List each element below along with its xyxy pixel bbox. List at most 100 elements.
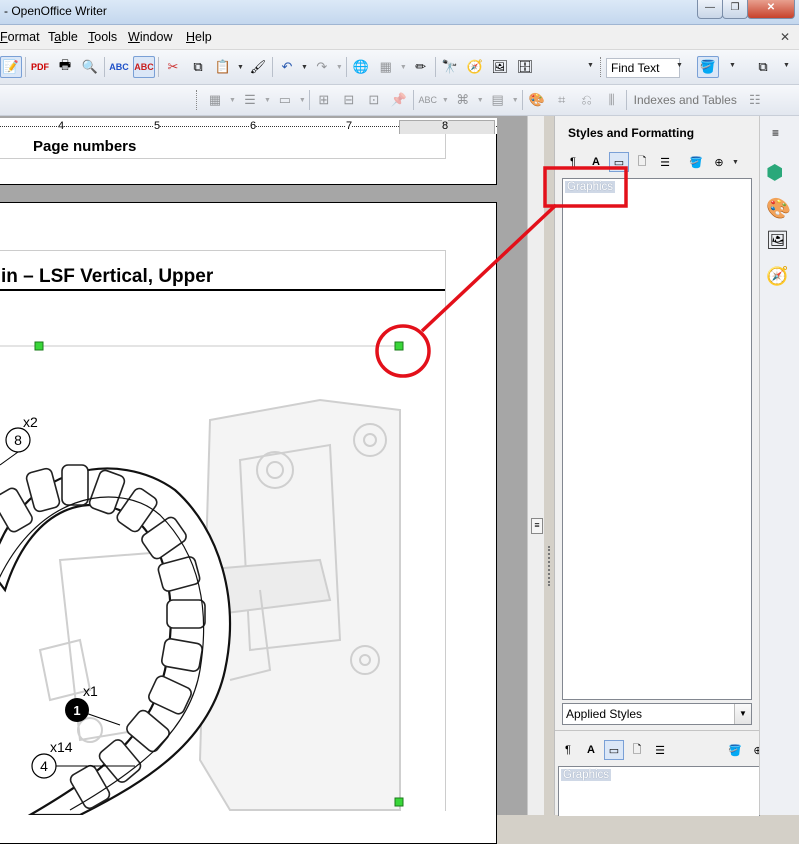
undo-dropdown-icon[interactable]: ▼	[301, 64, 308, 71]
view-overflow-icon[interactable]: ▼	[783, 62, 790, 69]
indexes-tables-button[interactable]: Indexes and Tables	[630, 93, 741, 107]
standard-toolbar: 📝 PDF 🖶 🔍 ABC ABC ✂ ⧉ 📋 ▼ 🖌 ↶ ▼ ↷ ▼ 🌐 ▦ ▼ ✏ …	[0, 50, 799, 85]
page-styles-icon[interactable]: 🗋	[632, 152, 652, 172]
dropdown-icon[interactable]: ▼	[299, 97, 306, 104]
selection-handle[interactable]	[394, 341, 404, 351]
style-item-selected[interactable]: Graphics	[565, 181, 616, 193]
spellcheck-icon[interactable]: ABC	[108, 56, 130, 78]
fill-color-icon[interactable]: 🎨	[526, 89, 548, 111]
edit-file-icon[interactable]: 📝	[0, 56, 22, 78]
gallery-deck-icon[interactable]: 🖼	[766, 230, 789, 251]
redo-dropdown-icon[interactable]: ▼	[336, 64, 343, 71]
sidebar-menu-icon[interactable]: ≡	[772, 126, 779, 140]
dropdown-icon[interactable]: ▼	[442, 97, 449, 104]
panel-divider	[555, 730, 760, 731]
minimize-button[interactable]: —	[697, 0, 723, 19]
chevron-down-icon[interactable]: ▼	[734, 704, 751, 724]
clone-formatting-icon[interactable]: 🖌	[247, 56, 269, 78]
list-styles-icon[interactable]: ☰	[650, 740, 670, 760]
vertical-scrollbar[interactable]: ≡	[527, 116, 545, 815]
table-grid-icon[interactable]: ▦	[204, 89, 226, 111]
list-styles-icon[interactable]: ☰	[655, 152, 675, 172]
toolbar-grip[interactable]	[196, 90, 201, 110]
page-previous[interactable]: Page numbers	[0, 134, 497, 185]
copy-icon[interactable]: ⧉	[187, 56, 209, 78]
style-category-toolbar-lower: ¶ A ▭ 🗋 ☰ 🪣 ⊕▼	[558, 740, 778, 760]
gallery-icon[interactable]: 🖼	[489, 56, 511, 78]
paragraph-styles-icon[interactable]: ¶	[563, 152, 583, 172]
insert-caption-icon[interactable]: ⎌	[576, 89, 598, 111]
style-filter-select[interactable]: Applied Styles ▼	[562, 703, 752, 725]
redo-icon[interactable]: ↷	[311, 56, 333, 78]
sort-icon[interactable]: ABC	[417, 89, 439, 111]
character-styles-icon[interactable]: A	[586, 152, 606, 172]
styles-deck-icon[interactable]: 🎨	[766, 196, 791, 221]
new-style-icon[interactable]: ⊕	[709, 152, 729, 172]
cut-icon[interactable]: ✂	[162, 56, 184, 78]
page-styles-icon[interactable]: 🗋	[627, 740, 647, 760]
find-overflow-icon[interactable]: ▼	[676, 62, 683, 69]
dropdown-icon[interactable]: ▼	[264, 97, 271, 104]
scrollbar-thumb[interactable]: ≡	[531, 518, 543, 534]
dropdown-icon[interactable]: ▼	[229, 97, 236, 104]
show-draw-functions-icon[interactable]: ✏	[410, 56, 432, 78]
styles-overflow-icon[interactable]: ▼	[729, 62, 736, 69]
undo-icon[interactable]: ↶	[276, 56, 298, 78]
menu-tools[interactable]: Tools	[88, 30, 117, 44]
group-icon[interactable]: ⌘	[452, 89, 474, 111]
toolbar-overflow-icon[interactable]: ▼	[587, 62, 594, 69]
properties-deck-icon[interactable]: ⬢	[766, 160, 783, 185]
style-item-selected[interactable]: Graphics	[561, 769, 612, 781]
close-document-button[interactable]: ✕	[780, 30, 790, 44]
style-list[interactable]: Graphics	[562, 178, 752, 700]
fill-format-icon[interactable]: 🪣	[725, 740, 745, 760]
menu-help[interactable]: Help	[186, 30, 212, 44]
cable-chain-graphic[interactable]: 8 x2 1 x1 4 x14	[0, 340, 410, 815]
close-window-button[interactable]: ✕	[747, 0, 795, 19]
print-icon[interactable]: 🖶	[54, 56, 76, 78]
border-icon[interactable]: ▭	[274, 89, 296, 111]
style-list-lower[interactable]: Graphics	[558, 766, 760, 816]
menu-table[interactable]: Table	[48, 30, 78, 44]
menu-window[interactable]: Window	[128, 30, 172, 44]
dropdown-icon[interactable]: ▼	[477, 97, 484, 104]
properties-icon[interactable]: ⌗	[551, 89, 573, 111]
autospellcheck-icon[interactable]: ABC	[133, 56, 155, 78]
fill-format-icon[interactable]: 🪣	[686, 152, 706, 172]
navigator-icon[interactable]: 🧭	[464, 56, 486, 78]
paste-icon[interactable]: 📋	[212, 56, 234, 78]
line-style-icon[interactable]: ☰	[239, 89, 261, 111]
toolbar-grip[interactable]	[600, 57, 605, 77]
menu-format[interactable]: Format	[0, 30, 40, 44]
styles-formatting-icon[interactable]: 🪣	[697, 56, 719, 78]
frame-styles-icon[interactable]: ▭	[604, 740, 624, 760]
navigator-deck-icon[interactable]: 🧭	[766, 266, 788, 287]
sum-icon[interactable]: ⫼	[601, 89, 623, 111]
hyperlink-icon[interactable]: 🌐	[350, 56, 372, 78]
splitter-grip[interactable]	[548, 546, 552, 586]
restore-button[interactable]: ❐	[722, 0, 748, 19]
paste-dropdown-icon[interactable]: ▼	[237, 64, 244, 71]
selection-handle[interactable]	[34, 341, 44, 351]
data-sources-icon[interactable]: 🗄	[514, 56, 536, 78]
sidebar-splitter[interactable]	[544, 116, 554, 815]
pin-icon[interactable]: 📌	[388, 89, 410, 111]
find-text-field[interactable]: Find Text	[606, 58, 680, 78]
new-style-dropdown-icon[interactable]: ▼	[732, 159, 739, 166]
paragraph-styles-icon[interactable]: ¶	[558, 740, 578, 760]
merge-cells-icon[interactable]: ⊞	[313, 89, 335, 111]
dropdown-icon[interactable]: ▼	[512, 97, 519, 104]
frame-styles-icon[interactable]: ▭	[609, 152, 629, 172]
split-cells-icon[interactable]: ⊟	[338, 89, 360, 111]
page-preview-icon[interactable]: 🔍	[79, 56, 101, 78]
table-dropdown-icon[interactable]: ▼	[400, 64, 407, 71]
index-icon[interactable]: ☷	[744, 89, 766, 111]
selection-handle[interactable]	[394, 797, 404, 807]
find-replace-icon[interactable]: 🔭	[439, 56, 461, 78]
optimize-icon[interactable]: ⊡	[363, 89, 385, 111]
autoformat-icon[interactable]: ▤	[487, 89, 509, 111]
export-pdf-icon[interactable]: PDF	[29, 56, 51, 78]
view-icon[interactable]: ⧉	[752, 56, 774, 78]
character-styles-icon[interactable]: A	[581, 740, 601, 760]
table-icon[interactable]: ▦	[375, 56, 397, 78]
